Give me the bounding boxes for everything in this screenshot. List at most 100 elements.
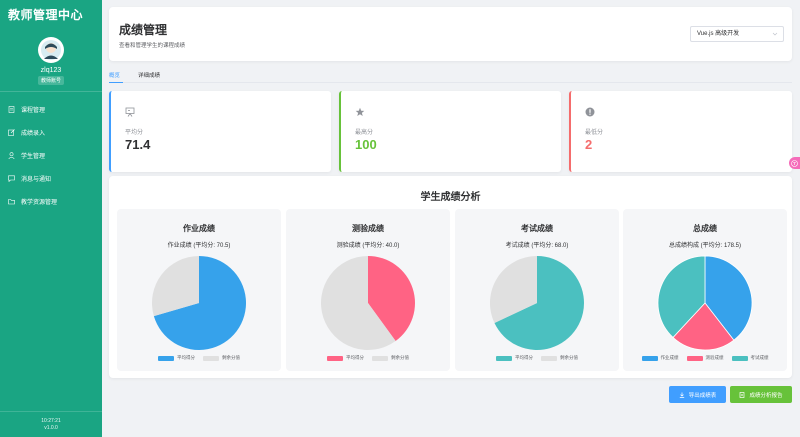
legend-label: 作业成绩: [660, 355, 679, 360]
analysis-title: 学生成绩分析: [420, 192, 481, 203]
folder-icon: [8, 198, 15, 205]
avatar-icon: [41, 40, 61, 60]
chart-subtitle: 测验成绩 (平均分: 40.0): [336, 243, 400, 249]
legend-item[interactable]: 作业成绩: [641, 355, 679, 361]
chart-title: 测验成绩: [352, 224, 384, 233]
sidebar-item-label: 消息与通知: [21, 177, 52, 183]
legend-item[interactable]: 剩余分值: [372, 355, 409, 361]
sidebar-item-label: 学生管理: [21, 154, 46, 160]
stat-card-highest: 最高分 100: [339, 91, 561, 172]
legend-swatch: [496, 355, 512, 361]
sidebar-menu: 课程管理 成绩录入 学生管理 消息与通知 教学资源管理: [0, 98, 102, 213]
document-icon: [8, 106, 15, 113]
legend-swatch: [686, 355, 703, 361]
app-brand: 教师管理中心: [8, 8, 84, 22]
sidebar-item-students[interactable]: 学生管理: [0, 144, 102, 167]
pie-chart-homework: [152, 256, 246, 350]
chevron-down-icon: [772, 32, 778, 36]
stat-label: 最低分: [585, 130, 604, 136]
page-title: 成绩管理: [119, 23, 168, 37]
chart-panel-quiz: 测验成绩 测验成绩 (平均分: 40.0) 平均得分 剩余分值: [286, 209, 450, 371]
legend-label: 测验成绩: [705, 355, 724, 360]
legend-swatch: [541, 355, 557, 361]
chart-legend: 平均得分 剩余分值: [286, 355, 450, 361]
footer-time: 10:27:21: [41, 417, 61, 424]
sidebar-item-label: 成绩录入: [21, 131, 46, 137]
course-select-value: Vue.js 高级开发: [697, 31, 740, 37]
sidebar-item-label: 课程管理: [21, 108, 46, 114]
chart-title: 作业成绩: [183, 224, 215, 233]
legend-item[interactable]: 剩余分值: [541, 355, 578, 361]
sidebar-item-grade-entry[interactable]: 成绩录入: [0, 121, 102, 144]
legend-swatch: [158, 355, 174, 361]
tab-label: 概览: [109, 73, 121, 79]
page-header: 成绩管理 查看和管理学生的课程成绩 Vue.js 高级开发: [109, 7, 792, 61]
tab-active-indicator: [109, 81, 123, 83]
sidebar-item-resources[interactable]: 教学资源管理: [0, 190, 102, 213]
avatar[interactable]: [38, 37, 64, 63]
pie-chart-total: [657, 255, 753, 351]
chart-subtitle: 作业成绩 (平均分: 70.5): [167, 243, 231, 249]
grade-report-button[interactable]: 成绩分析报告: [730, 386, 792, 403]
stat-card-lowest: 最低分 2: [569, 91, 792, 172]
chart-title: 总成绩: [693, 224, 717, 233]
tab-overview[interactable]: 概览: [109, 71, 120, 79]
sidebar-item-messages[interactable]: 消息与通知: [0, 167, 102, 190]
chart-legend: 平均得分 剩余分值: [117, 355, 281, 361]
chart-title: 考试成绩: [521, 224, 553, 233]
user-profile: zlq123 教师账号: [0, 30, 102, 92]
tab-detail-grades[interactable]: 详细成绩: [138, 71, 160, 79]
chart-legend: 平均得分 剩余分值: [455, 355, 619, 361]
chart-panel-homework: 作业成绩 作业成绩 (平均分: 70.5) 平均得分 剩余分值: [117, 209, 281, 371]
download-icon: [679, 392, 684, 398]
report-button-label: 成绩分析报告: [749, 392, 783, 399]
sidebar-item-courses[interactable]: 课程管理: [0, 98, 102, 121]
legend-item[interactable]: 考试成绩: [731, 355, 769, 361]
legend-label: 剩余分值: [560, 355, 578, 360]
footer-version: v1.0.0: [44, 424, 58, 431]
chart-subtitle: 考试成绩 (平均分: 68.0): [505, 243, 569, 249]
legend-item[interactable]: 平均得分: [158, 355, 195, 361]
user-icon: [8, 152, 15, 159]
page-subtitle: 查看和管理学生的课程成绩: [119, 43, 186, 49]
stat-value: 100: [355, 137, 377, 152]
legend-swatch: [203, 355, 219, 361]
stat-card-average: 平均分 71.4: [109, 91, 331, 172]
legend-item[interactable]: 剩余分值: [203, 355, 240, 361]
chart-subtitle: 总成绩构成 (平均分: 178.5): [668, 243, 741, 249]
legend-swatch: [731, 355, 748, 361]
chart-panel-exam: 考试成绩 考试成绩 (平均分: 68.0) 平均得分 剩余分值: [455, 209, 619, 371]
legend-item[interactable]: 平均得分: [327, 355, 364, 361]
sidebar-item-label: 教学资源管理: [21, 200, 58, 206]
legend-label: 平均得分: [346, 355, 364, 360]
floating-translate-button[interactable]: [789, 157, 800, 169]
user-role-badge: 教师账号: [37, 76, 64, 85]
legend-label: 剩余分值: [391, 355, 409, 360]
analysis-card: 学生成绩分析 作业成绩 作业成绩 (平均分: 70.5) 平均得分 剩余分值 测验…: [109, 176, 792, 378]
legend-item[interactable]: 平均得分: [496, 355, 533, 361]
username: zlq123: [40, 67, 62, 74]
legend-label: 考试成绩: [750, 355, 769, 360]
tab-bar: 概览 详细成绩: [109, 68, 792, 83]
legend-swatch: [327, 355, 343, 361]
translate-icon: [791, 159, 798, 167]
chart-panel-total: 总成绩 总成绩构成 (平均分: 178.5) 作业成绩 测验成绩 考试成绩: [623, 209, 787, 371]
presentation-icon: [125, 107, 135, 117]
legend-item[interactable]: 测验成绩: [686, 355, 724, 361]
edit-icon: [8, 129, 15, 136]
star-icon: [355, 107, 365, 116]
legend-label: 平均得分: [177, 355, 195, 360]
legend-swatch: [372, 355, 388, 361]
legend-label: 剩余分值: [222, 355, 240, 360]
course-select[interactable]: Vue.js 高级开发: [690, 26, 784, 42]
sidebar-footer: 10:27:21 v1.0.0: [0, 411, 102, 437]
report-document-icon: [740, 391, 745, 398]
legend-label: 平均得分: [515, 355, 533, 360]
stat-label: 平均分: [125, 130, 144, 136]
export-button-label: 导出成绩表: [688, 392, 717, 399]
chat-icon: [8, 175, 15, 182]
stat-label: 最高分: [355, 130, 374, 136]
pie-chart-quiz: [321, 256, 415, 350]
export-grades-button[interactable]: 导出成绩表: [669, 386, 726, 403]
sidebar: 教师管理中心 zlq123 教师账号 课程管理 成绩录入 学生管理 消息与通知 …: [0, 0, 102, 437]
